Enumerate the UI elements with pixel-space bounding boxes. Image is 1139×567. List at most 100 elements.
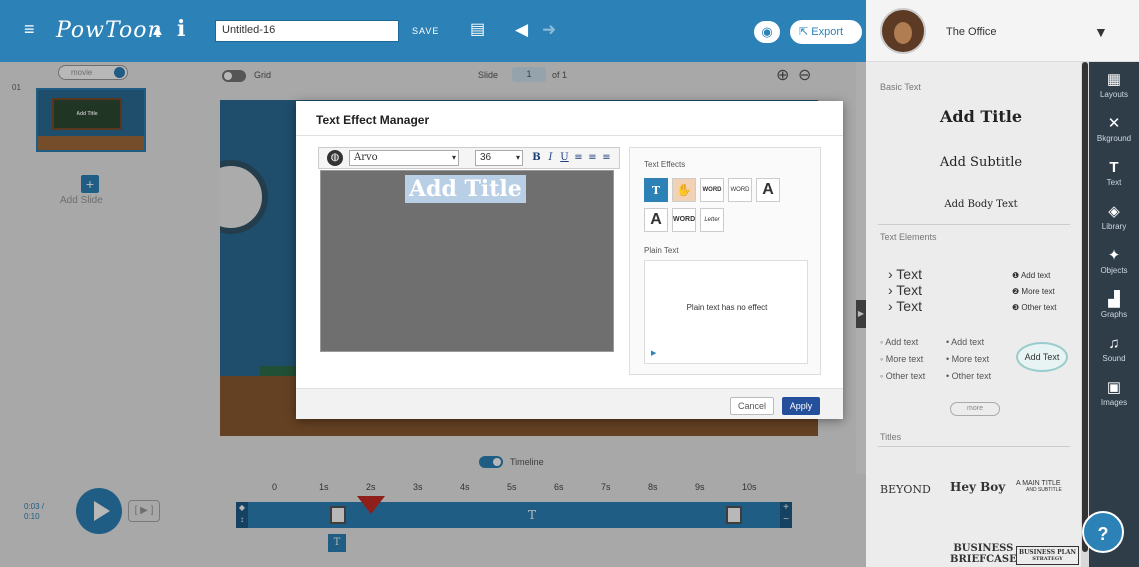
effect-preview-box: Plain text has no effect ▶: [644, 260, 808, 364]
library-icon: ◈: [1108, 203, 1120, 220]
preview-eye-icon[interactable]: ◉: [754, 21, 780, 43]
chevron-down-icon: ▾: [451, 153, 456, 162]
dialog-title: Text Effect Manager: [316, 113, 430, 127]
tool-text[interactable]: T Text: [1089, 154, 1139, 198]
underline-button[interactable]: U: [559, 150, 570, 166]
list-item: • Other text: [946, 371, 992, 381]
list-item: › Text: [888, 298, 922, 314]
font-family-value: Arvo: [354, 152, 378, 163]
title-sample-business-plan[interactable]: BUSINESS PLAN STRATEGY: [1016, 546, 1079, 565]
add-body-text-preset[interactable]: Add Body Text: [906, 199, 1056, 210]
effect-word-3[interactable]: WORD: [672, 208, 696, 232]
effects-panel: Text Effects T ✋ WORD WORD A A WORD Lett…: [629, 147, 821, 375]
account-bar: The Office ▼: [866, 0, 1139, 62]
editor-text[interactable]: Add Title: [405, 175, 526, 203]
redo-icon[interactable]: ➜: [542, 20, 556, 40]
info-icon[interactable]: i: [177, 16, 185, 42]
title-sample-main-title[interactable]: A MAIN TITLE AND SUBTITLE: [1016, 480, 1062, 493]
more-button[interactable]: more: [950, 402, 1000, 416]
save-button[interactable]: SAVE: [412, 26, 439, 36]
add-title-preset[interactable]: Add Title: [906, 107, 1056, 126]
effect-plain-t[interactable]: T: [644, 178, 668, 202]
help-button[interactable]: ?: [1082, 511, 1124, 553]
title-sample-business-briefcase[interactable]: BUSINESS BRIEFCASE: [950, 543, 1017, 565]
tool-label: Sound: [1102, 354, 1126, 363]
effect-word-1[interactable]: WORD: [700, 178, 724, 202]
tool-objects[interactable]: ✦ Objects: [1089, 242, 1139, 286]
title-sample-line: AND SUBTITLE: [1026, 487, 1062, 493]
avatar[interactable]: [880, 8, 926, 54]
dialog-divider: [296, 135, 843, 136]
align-center-button[interactable]: ≡: [587, 150, 598, 166]
font-size-value: 36: [480, 152, 492, 163]
bullet-list-2[interactable]: • Add text • More text • Other text: [946, 334, 991, 385]
effect-hand-draw[interactable]: ✋: [672, 178, 696, 202]
title-sample-line: BUSINESS: [953, 543, 1014, 554]
menu-icon[interactable]: ≡: [24, 20, 40, 38]
tool-sound[interactable]: ♫ Sound: [1089, 330, 1139, 374]
account-name[interactable]: The Office: [946, 26, 997, 38]
align-left-button[interactable]: ≡: [573, 150, 584, 166]
tool-label: Images: [1100, 398, 1128, 407]
text-icon: T: [1109, 159, 1119, 176]
list-item: • Add text: [946, 337, 985, 347]
font-family-select[interactable]: Arvo ▾: [349, 150, 459, 166]
tool-background[interactable]: ✕ Bkground: [1089, 110, 1139, 154]
panel-scrollbar[interactable]: [1081, 62, 1089, 567]
titles-label: Titles: [880, 432, 902, 442]
document-icon[interactable]: ▤: [470, 19, 485, 39]
title-sample-line: BRIEFCASE: [950, 554, 1017, 565]
export-label: Export: [811, 26, 844, 38]
chevron-down-icon[interactable]: ▼: [1094, 24, 1108, 40]
italic-button[interactable]: I: [545, 150, 556, 166]
app-logo[interactable]: PowToon: [56, 18, 163, 43]
add-subtitle-preset[interactable]: Add Subtitle: [906, 155, 1056, 170]
cancel-button[interactable]: Cancel: [730, 397, 774, 415]
speech-bubble-text[interactable]: Add Text: [1016, 342, 1068, 372]
apply-button[interactable]: Apply: [782, 397, 820, 415]
project-title-input[interactable]: Untitled-16: [215, 20, 399, 42]
tool-graphs[interactable]: ▟ Graphs: [1089, 286, 1139, 330]
list-item: › Text: [888, 266, 922, 282]
text-panel: Basic Text Add Title Add Subtitle Add Bo…: [866, 62, 1081, 567]
list-item: ◦ Other text: [880, 371, 926, 381]
effect-letter-a-2[interactable]: A: [644, 208, 668, 232]
top-bar: ≡ PowToon ▲ i Untitled-16 SAVE ▤ ◀ ➜ ◉ ⇱…: [0, 0, 866, 62]
title-sample-hey-boy[interactable]: Hey Boy: [950, 480, 1005, 494]
list-item: › Text: [888, 282, 922, 298]
title-sample-beyond[interactable]: BEYOND: [880, 483, 931, 496]
list-item: ◦ More text: [880, 354, 924, 364]
text-color-icon[interactable]: ◍: [327, 150, 343, 166]
tool-label: Bkground: [1096, 134, 1132, 143]
tool-library[interactable]: ◈ Library: [1089, 198, 1139, 242]
notifications-icon[interactable]: ▲: [150, 22, 165, 39]
tool-layouts[interactable]: ▦ Layouts: [1089, 66, 1139, 110]
tool-images[interactable]: ▣ Images: [1089, 374, 1139, 418]
tool-label: Text: [1106, 178, 1122, 187]
tool-label: Layouts: [1099, 90, 1129, 99]
effect-letter-a[interactable]: A: [756, 178, 780, 202]
font-size-select[interactable]: 36 ▾: [475, 150, 523, 166]
text-elements-label: Text Elements: [880, 232, 937, 242]
export-button[interactable]: ⇱ Export: [790, 20, 862, 44]
text-editor-area[interactable]: Add Title: [320, 170, 614, 352]
preview-play-icon[interactable]: ▶: [651, 349, 656, 357]
bold-button[interactable]: B: [531, 150, 542, 166]
hand-icon: ✋: [676, 183, 692, 197]
text-arrow-list[interactable]: › Text › Text › Text: [888, 266, 922, 314]
effect-word-2[interactable]: WORD: [728, 178, 752, 202]
numbered-list[interactable]: ❶ Add text ❷ More text ❸ Other text: [1012, 268, 1057, 316]
effect-letter[interactable]: Letter: [700, 208, 724, 232]
chevron-down-icon: ▾: [515, 153, 520, 162]
bullet-list-1[interactable]: ◦ Add text ◦ More text ◦ Other text: [880, 334, 925, 385]
tool-sidebar: ▦ Layouts ✕ Bkground T Text ◈ Library ✦ Objec…: [1089, 62, 1139, 567]
tool-label: Graphs: [1100, 310, 1128, 319]
images-icon: ▣: [1106, 379, 1122, 396]
tool-label: Library: [1101, 222, 1127, 231]
undo-icon[interactable]: ◀: [515, 20, 528, 40]
align-right-button[interactable]: ≡: [601, 150, 612, 166]
background-icon: ✕: [1107, 115, 1121, 132]
title-sample-line: A MAIN TITLE: [1016, 480, 1061, 487]
export-icon: ⇱: [799, 26, 812, 38]
tool-label: Objects: [1100, 266, 1128, 275]
